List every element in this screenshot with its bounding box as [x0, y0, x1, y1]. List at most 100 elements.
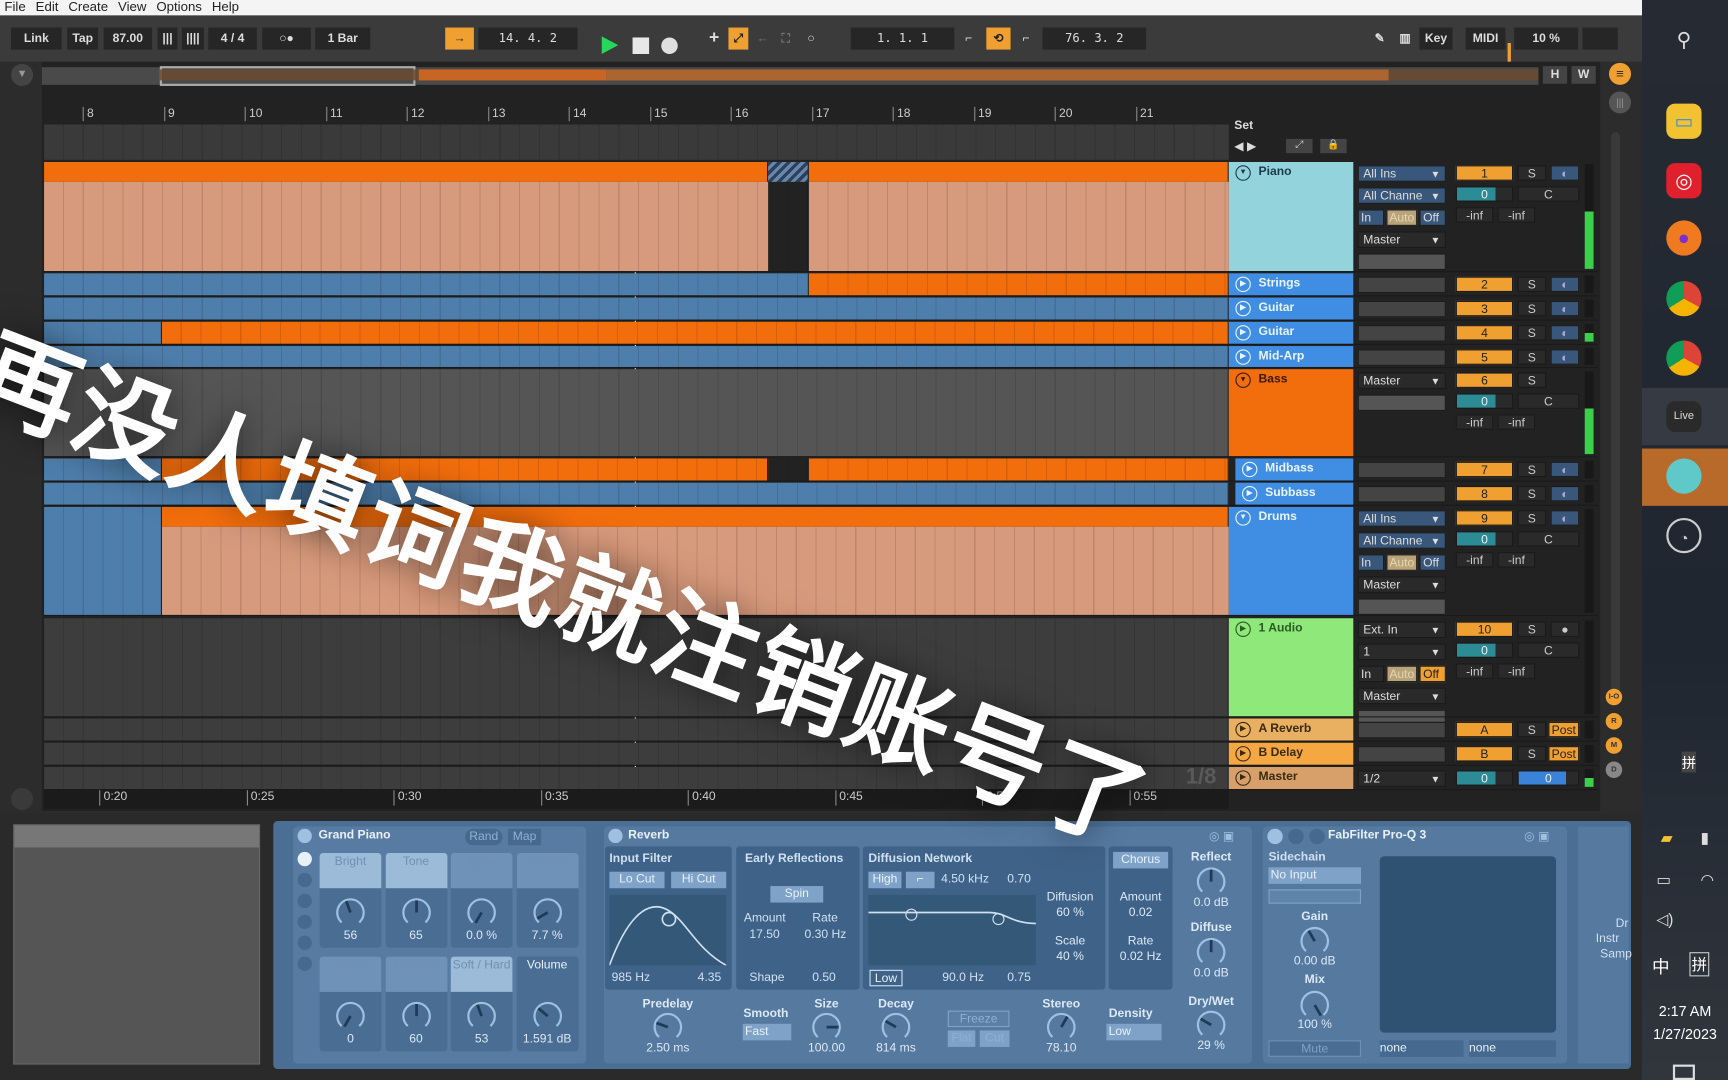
io-empty-slot[interactable] [1357, 461, 1446, 479]
time-signature-field[interactable]: 4 / 4 [208, 27, 257, 50]
monitor-in[interactable]: In [1357, 665, 1384, 683]
clip[interactable] [44, 718, 1229, 741]
io-empty-slot[interactable] [1357, 253, 1446, 270]
ime-language-indicator[interactable]: 中 [1652, 952, 1670, 978]
reverb-diffuse-knob[interactable] [1195, 936, 1228, 969]
solo-button[interactable]: S [1517, 300, 1547, 317]
track-header-b-delay[interactable]: ▶ B Delay [1228, 742, 1354, 765]
flat-button[interactable]: Flat [947, 1030, 976, 1047]
nudge-down-icon[interactable]: ||| [157, 27, 178, 50]
track-header-mid-arp[interactable]: ▶ Mid-Arp [1228, 346, 1354, 367]
loop-start-field[interactable]: 1. 1. 1 [850, 27, 955, 50]
lock-icon[interactable]: 🔒 [1320, 138, 1347, 154]
clock-time[interactable]: 2:17 AM [1642, 1003, 1728, 1020]
solo-button[interactable]: S [1517, 461, 1547, 478]
solo-button[interactable]: S [1517, 276, 1547, 293]
mix-knob[interactable] [1298, 989, 1331, 1022]
link-button[interactable]: Link [11, 27, 62, 50]
overdub-icon[interactable]: + [705, 28, 723, 50]
view-toggle-i-o[interactable]: I-O [1605, 688, 1623, 706]
pan-control[interactable]: C [1517, 642, 1580, 658]
clip[interactable] [44, 506, 162, 615]
clip[interactable] [768, 458, 809, 481]
track-header-midbass[interactable]: ▶ Midbass [1235, 458, 1354, 481]
solo-button[interactable]: S [1517, 349, 1547, 365]
menu-file[interactable]: File [4, 0, 25, 15]
volume-slider[interactable]: 0 [1455, 186, 1514, 202]
input-filter-graph[interactable] [609, 894, 727, 966]
mixer-toggle-icon[interactable]: ||| [1608, 91, 1632, 114]
monitor-icon[interactable]: ◐ [1550, 461, 1580, 478]
io-empty-slot[interactable] [1357, 325, 1446, 342]
clip[interactable] [44, 482, 1229, 505]
expand-icon[interactable]: ⤢ [1286, 138, 1313, 154]
track-activator-icon[interactable]: ▶ [1235, 276, 1251, 293]
clip[interactable] [44, 618, 1229, 717]
key-map-button[interactable]: Key [1419, 27, 1453, 50]
clip[interactable] [44, 458, 162, 481]
beat-ruler[interactable] [44, 102, 1229, 125]
io-empty-slot[interactable] [1357, 394, 1446, 412]
io-dropdown[interactable]: 1 ▼ [1357, 643, 1446, 661]
solo-button[interactable]: S [1517, 325, 1547, 341]
monitor-icon[interactable]: ◐ [1550, 485, 1580, 502]
clip[interactable] [161, 506, 1229, 527]
track-number-button[interactable]: B [1455, 746, 1514, 762]
volume-slider[interactable]: 0 [1455, 531, 1514, 547]
io-empty-slot[interactable] [1357, 349, 1446, 366]
chrome-icon[interactable] [1666, 340, 1702, 376]
monitor-in[interactable]: In [1357, 209, 1384, 226]
record-icon[interactable] [661, 37, 678, 54]
group-fold-icon[interactable]: ▼ [1235, 165, 1251, 181]
clip[interactable] [808, 273, 1229, 296]
device-power-icon[interactable] [608, 828, 623, 844]
smooth-dropdown[interactable]: Fast [742, 1023, 792, 1041]
punch-in-icon[interactable]: ⌐ [959, 28, 979, 50]
metronome-toggle[interactable]: ○● [262, 27, 311, 50]
monitor-icon[interactable]: ◐ [1550, 300, 1580, 317]
arm-button[interactable]: ● [1550, 621, 1580, 637]
capture-icon[interactable]: ⛶ [776, 28, 796, 50]
io-dropdown[interactable]: Master ▼ [1357, 576, 1446, 593]
loop-length-field[interactable]: 76. 3. 2 [1042, 27, 1147, 50]
clip[interactable] [44, 297, 1229, 320]
rand-button[interactable]: Rand [465, 828, 503, 846]
cut-button[interactable]: Cut [979, 1030, 1010, 1047]
reverb-stereo-knob[interactable] [1045, 1011, 1078, 1044]
macro-knob[interactable] [531, 1000, 564, 1033]
automation-arm-icon[interactable]: ⤢ [728, 27, 749, 50]
volume-slider[interactable]: 0 [1455, 770, 1514, 786]
tray-app-icon[interactable]: ▰ [1661, 829, 1673, 848]
macro-knob[interactable] [334, 1000, 367, 1033]
track-header-strings[interactable]: ▶ Strings [1228, 273, 1354, 296]
clock-date[interactable]: 1/27/2023 [1642, 1026, 1728, 1043]
macro-visibility-icon[interactable] [297, 851, 312, 867]
track-number-button[interactable]: 5 [1455, 349, 1514, 365]
view-toggle-r[interactable]: R [1605, 713, 1623, 730]
file-explorer-icon[interactable]: ▭ [1666, 103, 1702, 139]
clip[interactable] [768, 161, 809, 182]
track-number-button[interactable]: 9 [1455, 510, 1514, 526]
track-activator-icon[interactable]: ▶ [1235, 721, 1251, 738]
search-icon[interactable]: ⚲ [1666, 22, 1701, 57]
back-to-arrangement-icon[interactable]: ← [754, 28, 772, 50]
track-activator-icon[interactable]: ▶ [1235, 325, 1251, 341]
chorus-button[interactable]: Chorus [1113, 851, 1169, 869]
io-empty-slot[interactable] [1357, 485, 1446, 503]
solo-button[interactable]: S [1517, 621, 1547, 637]
io-empty-slot[interactable] [1357, 598, 1446, 615]
solo-button[interactable]: S [1517, 510, 1547, 526]
track-number-button[interactable]: A [1455, 721, 1514, 738]
view-toggle-m[interactable]: M [1605, 737, 1623, 754]
keyboard-icon[interactable]: ▥ [1395, 28, 1415, 50]
clip[interactable] [44, 346, 1229, 367]
menu-options[interactable]: Options [156, 0, 202, 15]
macro-knob[interactable] [399, 896, 432, 929]
locator-arrows-icon[interactable]: ◀ ▶ [1234, 139, 1267, 153]
group-fold-icon[interactable]: ▼ [1235, 372, 1251, 388]
device-settings-icons[interactable]: ◎ ▣ [1209, 829, 1246, 843]
post-button[interactable]: Post [1548, 746, 1580, 762]
cpu-load-dropdown[interactable]: 10 % [1514, 27, 1579, 50]
volume-slider[interactable]: 0 [1455, 642, 1514, 658]
pan-control[interactable]: C [1517, 531, 1580, 547]
